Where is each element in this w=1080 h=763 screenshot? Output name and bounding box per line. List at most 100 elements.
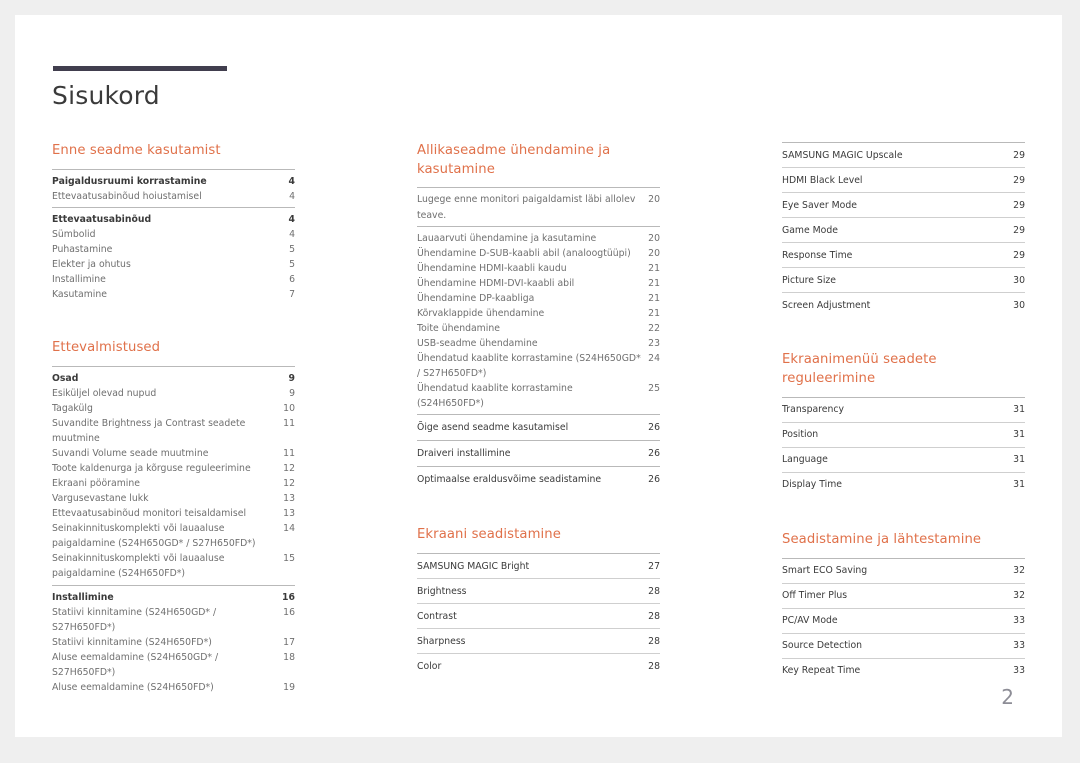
toc-entry[interactable]: SAMSUNG MAGIC Upscale 29 — [782, 143, 1025, 169]
toc-entry[interactable]: Language 31 — [782, 448, 1025, 473]
section-heading[interactable]: Ekraani seadistamine — [417, 526, 660, 545]
toc-entry[interactable]: Esiküljel olevad nupud 9 — [52, 386, 295, 401]
section-heading[interactable]: Ekraanimenüü seadete reguleerimine — [782, 351, 1025, 388]
toc-entry-label: SAMSUNG MAGIC Upscale — [782, 149, 903, 161]
toc-entry[interactable]: Installimine 16 — [52, 590, 295, 605]
toc-entry[interactable]: Ettevaatusabinõud 4 — [52, 212, 295, 227]
toc-entry[interactable]: Ühendatud kaablite korrastamine (S24H650… — [417, 351, 660, 381]
toc-entry-page: 29 — [1013, 224, 1025, 236]
section-heading[interactable]: Ettevalmistused — [52, 339, 295, 358]
toc-entry-label: Game Mode — [782, 224, 838, 236]
toc-entry[interactable]: Smart ECO Saving 32 — [782, 559, 1025, 584]
toc-entry[interactable]: HDMI Black Level 29 — [782, 168, 1025, 194]
toc-entry-label: Installimine — [52, 274, 106, 286]
toc-entry[interactable]: Position 31 — [782, 423, 1025, 448]
toc-entry[interactable]: Puhastamine 5 — [52, 242, 295, 257]
toc-entry-page: 31 — [1013, 429, 1025, 441]
toc-entry[interactable]: Tagakülg 10 — [52, 401, 295, 416]
toc-entry[interactable]: Statiivi kinnitamine (S24H650GD* / S27H6… — [52, 605, 295, 635]
section-heading[interactable]: Allikaseadme ühendamine ja kasutamine — [417, 142, 660, 179]
toc-entry-label: Puhastamine — [52, 243, 113, 255]
toc-entry[interactable]: Ühendamine HDMI-DVI-kaabli abil 21 — [417, 276, 660, 291]
toc-entry-label: Ühendamine DP-kaabliga — [417, 292, 535, 304]
toc-entry[interactable]: Ühendamine HDMI-kaabli kaudu 21 — [417, 261, 660, 276]
page-number: 2 — [1001, 685, 1014, 709]
toc-entry[interactable]: Optimaalse eraldusvõime seadistamine 26 — [417, 472, 660, 487]
toc-entry[interactable]: Eye Saver Mode 29 — [782, 193, 1025, 219]
toc-entry-page: 16 — [282, 591, 295, 603]
toc-entry-page: 22 — [648, 322, 660, 334]
toc-entry[interactable]: Ühendamine D-SUB-kaabli abil (analoogtüü… — [417, 246, 660, 261]
toc-entry-label: Statiivi kinnitamine (S24H650GD* / S27H6… — [52, 606, 217, 633]
toc-entry-label: Esiküljel olevad nupud — [52, 387, 157, 399]
toc-entry[interactable]: Sümbolid 4 — [52, 227, 295, 242]
toc-entry[interactable]: Ettevaatusabinõud monitori teisaldamisel… — [52, 506, 295, 521]
toc-entry[interactable]: Õige asend seadme kasutamisel 26 — [417, 420, 660, 435]
toc-entry-page: 31 — [1013, 404, 1025, 416]
section-heading[interactable]: Enne seadme kasutamist — [52, 142, 295, 161]
toc-entry[interactable]: Picture Size 30 — [782, 268, 1025, 294]
toc-entry[interactable]: Ühendatud kaablite korrastamine (S24H650… — [417, 381, 660, 411]
toc-entry[interactable]: Kõrvaklappide ühendamine 21 — [417, 306, 660, 321]
toc-entry[interactable]: Game Mode 29 — [782, 218, 1025, 244]
toc-entry[interactable]: Lugege enne monitori paigaldamist läbi a… — [417, 192, 660, 222]
toc-entry-page: 12 — [283, 478, 295, 490]
toc-entry-label: Ettevaatusabinõud — [52, 213, 152, 225]
toc-entry-page: 4 — [289, 228, 295, 240]
toc-entry[interactable]: Display Time 31 — [782, 473, 1025, 497]
toc-entry[interactable]: Paigaldusruumi korrastamine 4 — [52, 174, 295, 189]
toc-entry[interactable]: Ekraani pööramine 12 — [52, 476, 295, 491]
toc-entry-label: HDMI Black Level — [782, 174, 863, 186]
toc-entry[interactable]: Seinakinnituskomplekti või lauaaluse pai… — [52, 551, 295, 581]
toc-entry[interactable]: SAMSUNG MAGIC Bright 27 — [417, 554, 660, 580]
toc-entry[interactable]: Toite ühendamine 22 — [417, 321, 660, 336]
toc-entry[interactable]: Color 28 — [417, 654, 660, 678]
document-page: Sisukord Enne seadme kasutamist Paigaldus… — [15, 15, 1062, 737]
toc-entry-page: 11 — [283, 448, 295, 460]
toc-entry[interactable]: Off Timer Plus 32 — [782, 584, 1025, 609]
toc-entry-label: Language — [782, 454, 828, 466]
toc-entry[interactable]: Screen Adjustment 30 — [782, 293, 1025, 317]
toc-entry[interactable]: Suvandite Brightness ja Contrast seadete… — [52, 416, 295, 446]
toc-entry[interactable]: Aluse eemaldamine (S24H650GD* / S27H650F… — [52, 650, 295, 680]
toc-entry[interactable]: Contrast 28 — [417, 604, 660, 630]
toc-entry[interactable]: USB-seadme ühendamine 23 — [417, 336, 660, 351]
toc-section: Ekraanimenüü seadete reguleerimine Transp… — [782, 351, 1025, 497]
toc-entry[interactable]: Brightness 28 — [417, 579, 660, 605]
toc-entry-label: Toote kaldenurga ja kõrguse reguleerimin… — [52, 463, 251, 475]
toc-entry[interactable]: Draiveri installimine 26 — [417, 446, 660, 461]
toc-group: Ettevaatusabinõud 4 Sümbolid 4 Puhastamine 5 E… — [52, 206, 295, 305]
toc-entry[interactable]: Ettevaatusabinõud hoiustamisel 4 — [52, 189, 295, 204]
toc-entry[interactable]: Sharpness 28 — [417, 629, 660, 655]
toc-entry[interactable]: Suvandi Volume seade muutmine 11 — [52, 446, 295, 461]
toc-entry-label: Tagakülg — [52, 402, 93, 414]
toc-entry[interactable]: PC/AV Mode 33 — [782, 609, 1025, 634]
toc-entry[interactable]: Statiivi kinnitamine (S24H650FD*) 17 — [52, 635, 295, 650]
toc-entry[interactable]: Toote kaldenurga ja kõrguse reguleerimin… — [52, 461, 295, 476]
toc-entry[interactable]: Ühendamine DP-kaabliga 21 — [417, 291, 660, 306]
toc-entry[interactable]: Transparency 31 — [782, 398, 1025, 423]
toc-entry-page: 11 — [283, 417, 295, 429]
toc-entry[interactable]: Key Repeat Time 33 — [782, 659, 1025, 683]
toc-entry[interactable]: Source Detection 33 — [782, 634, 1025, 659]
toc-section: Ettevalmistused Osad 9 Esiküljel olevad nup… — [52, 339, 295, 698]
section-heading[interactable]: Seadistamine ja lähtestamine — [782, 531, 1025, 550]
toc-entry[interactable]: Seinakinnituskomplekti või lauaaluse pai… — [52, 521, 295, 551]
toc-entry[interactable]: Installimine 6 — [52, 272, 295, 287]
toc-section: Ekraani seadistamine SAMSUNG MAGIC Bright… — [417, 526, 660, 678]
toc-entry-label: Position — [782, 429, 819, 441]
toc-entry[interactable]: Lauaarvuti ühendamine ja kasutamine 20 — [417, 231, 660, 246]
toc-entry[interactable]: Kasutamine 7 — [52, 287, 295, 302]
toc-entry[interactable]: Osad 9 — [52, 371, 295, 386]
toc-section: Allikaseadme ühendamine ja kasutamine Lug… — [417, 142, 660, 492]
toc-entry-label: Eye Saver Mode — [782, 199, 857, 211]
toc-entry-label: Kasutamine — [52, 289, 107, 301]
toc-entry[interactable]: Elekter ja ohutus 5 — [52, 257, 295, 272]
toc-group: Smart ECO Saving 32 Off Timer Plus 32 PC/AV … — [782, 557, 1025, 683]
page-title: Sisukord — [52, 81, 160, 110]
toc-entry[interactable]: Vargusevastane lukk 13 — [52, 491, 295, 506]
toc-entry[interactable]: Response Time 29 — [782, 243, 1025, 269]
toc-entry[interactable]: Aluse eemaldamine (S24H650FD*) 19 — [52, 680, 295, 695]
toc-entry-page: 30 — [1013, 299, 1025, 311]
toc-entry-page: 31 — [1013, 479, 1025, 491]
